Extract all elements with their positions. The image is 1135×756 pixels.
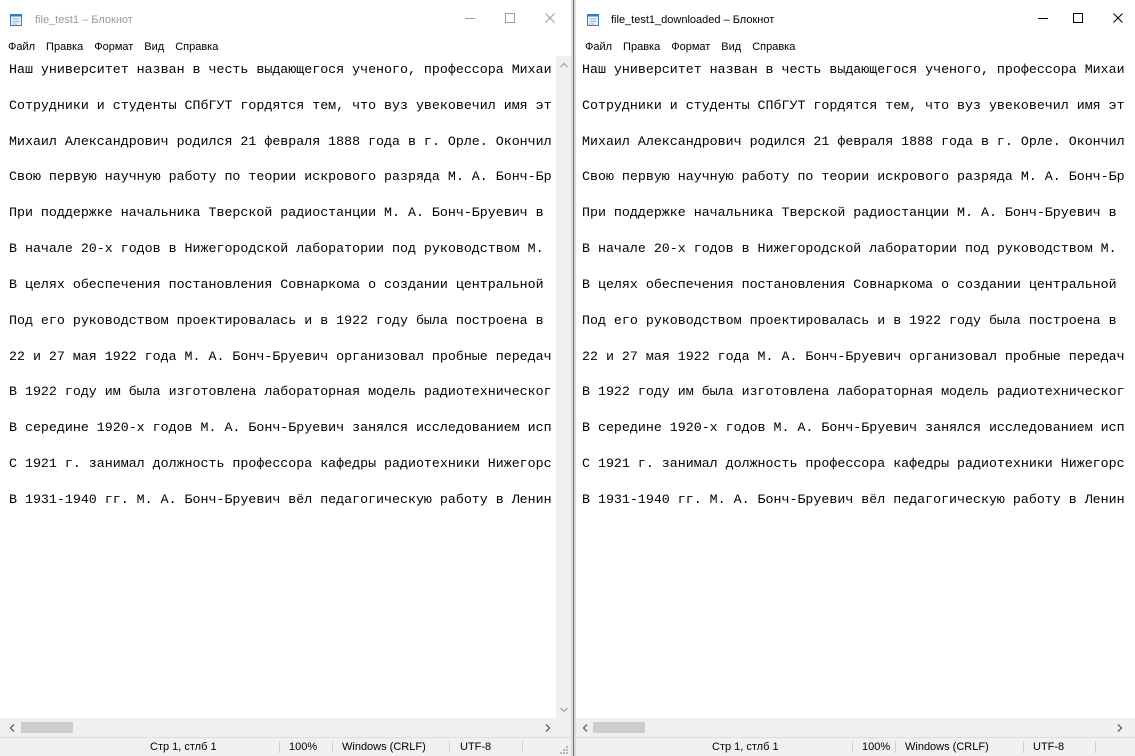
close-icon	[1113, 13, 1123, 23]
chevron-down-icon	[559, 707, 568, 713]
text-line: Михаил Александрович родился 21 февраля …	[9, 133, 552, 149]
resize-grip-icon[interactable]	[558, 744, 569, 755]
text-line: В начале 20-х годов в Нижегородской лабо…	[582, 241, 1117, 257]
text-line: В середине 1920-х годов М. А. Бонч-Бруев…	[582, 420, 1125, 436]
text-line: Михаил Александрович родился 21 февраля …	[582, 133, 1125, 149]
notepad-icon	[586, 13, 600, 27]
text-line: Свою первую научную работу по теории иск…	[582, 169, 1125, 185]
status-divider	[895, 741, 896, 753]
status-divider	[1095, 741, 1096, 753]
text-line: Под его руководством проектировалась и в…	[9, 312, 544, 328]
zoom-level: 100%	[289, 741, 318, 753]
scroll-right-button[interactable]	[539, 718, 556, 737]
scroll-track[interactable]	[21, 718, 539, 737]
window-title: file_test1 – Блокнот	[35, 14, 133, 26]
text-line: В начале 20-х годов в Нижегородской лабо…	[9, 241, 544, 257]
scroll-right-button[interactable]	[1111, 718, 1128, 737]
status-divider	[522, 741, 523, 753]
text-line: Сотрудники и студенты СПбГУТ гордятся те…	[582, 97, 1125, 113]
text-line: В 1922 году им была изготовлена лаборато…	[9, 384, 552, 400]
text-line: В 1931-1940 гг. М. А. Бонч-Бруевич вёл п…	[582, 491, 1125, 507]
text-line: Свою первую научную работу по теории иск…	[9, 169, 552, 185]
maximize-button[interactable]	[1060, 0, 1096, 36]
text-line: С 1921 г. занимал должность профессора к…	[9, 456, 552, 472]
chevron-left-icon	[582, 723, 588, 732]
text-line: В 1931-1940 гг. М. А. Бонч-Бруевич вёл п…	[9, 491, 552, 507]
text-line: Наш университет назван в честь выдающего…	[582, 62, 1125, 77]
status-divider	[852, 741, 853, 753]
minimize-icon	[465, 13, 475, 23]
close-button[interactable]	[530, 0, 570, 36]
text-line: При поддержке начальника Тверской радиос…	[9, 205, 544, 221]
scroll-left-button[interactable]	[3, 718, 20, 737]
text-line: В целях обеспечения постановления Совнар…	[9, 276, 544, 292]
status-divider	[332, 741, 333, 753]
status-bar: Стр 1, стлб 1 100% Windows (CRLF) UTF-8	[576, 737, 1135, 756]
text-line: Наш университет назван в честь выдающего…	[9, 62, 552, 77]
scroll-left-button[interactable]	[576, 718, 593, 737]
close-icon	[545, 13, 555, 23]
encoding: UTF-8	[1033, 741, 1065, 753]
text-editor[interactable]: Наш университет назван в честь выдающего…	[0, 52, 556, 718]
vertical-scrollbar[interactable]	[556, 56, 571, 718]
chevron-up-icon	[559, 62, 568, 68]
scroll-up-button[interactable]	[556, 56, 571, 73]
scroll-thumb[interactable]	[21, 722, 73, 733]
horizontal-scrollbar[interactable]	[0, 718, 556, 737]
minimize-button[interactable]	[1025, 0, 1061, 36]
text-line: Под его руководством проектировалась и в…	[582, 312, 1117, 328]
text-line: В 1922 году им была изготовлена лаборато…	[582, 384, 1125, 400]
window-title: file_test1_downloaded – Блокнот	[611, 14, 775, 26]
status-divider	[279, 741, 280, 753]
text-line: С 1921 г. занимал должность профессора к…	[582, 456, 1125, 472]
text-line: 22 и 27 мая 1922 года М. А. Бонч-Бруевич…	[9, 348, 552, 364]
chevron-right-icon	[1117, 723, 1123, 732]
minimize-icon	[1038, 13, 1048, 23]
text-line: В целях обеспечения постановления Совнар…	[582, 276, 1117, 292]
cursor-position: Стр 1, стлб 1	[712, 741, 779, 753]
left-notepad-window: file_test1 – Блокнот Файл Правка Формат Вид…	[0, 0, 571, 756]
status-divider	[1023, 741, 1024, 753]
notepad-icon	[9, 13, 23, 27]
chevron-right-icon	[545, 723, 551, 732]
text-line: Сотрудники и студенты СПбГУТ гордятся те…	[9, 97, 552, 113]
scrollbar-corner	[556, 718, 571, 737]
status-bar: Стр 1, стлб 1 100% Windows (CRLF) UTF-8	[0, 737, 571, 756]
maximize-icon	[505, 13, 515, 23]
scroll-down-button[interactable]	[556, 701, 571, 718]
text-line: 22 и 27 мая 1922 года М. А. Бонч-Бруевич…	[582, 348, 1125, 364]
chevron-left-icon	[9, 723, 15, 732]
line-ending: Windows (CRLF)	[905, 741, 989, 753]
title-bar[interactable]: file_test1_downloaded – Блокнот	[576, 0, 1135, 36]
text-line: При поддержке начальника Тверской радиос…	[582, 205, 1117, 221]
right-notepad-window: file_test1_downloaded – Блокнот Файл Прав…	[576, 0, 1135, 756]
text-line: В середине 1920-х годов М. А. Бонч-Бруев…	[9, 420, 552, 436]
close-button[interactable]	[1100, 0, 1135, 36]
maximize-icon	[1073, 13, 1083, 23]
text-editor[interactable]: Наш университет назван в честь выдающего…	[576, 52, 1135, 718]
separator-line	[573, 0, 574, 756]
scroll-thumb[interactable]	[593, 722, 645, 733]
scroll-track[interactable]	[593, 718, 1111, 737]
minimize-button[interactable]	[450, 0, 490, 36]
horizontal-scrollbar[interactable]	[576, 718, 1135, 737]
line-ending: Windows (CRLF)	[342, 741, 426, 753]
encoding: UTF-8	[460, 741, 492, 753]
zoom-level: 100%	[862, 741, 891, 753]
cursor-position: Стр 1, стлб 1	[150, 741, 217, 753]
maximize-button[interactable]	[490, 0, 530, 36]
status-divider	[449, 741, 450, 753]
title-bar[interactable]: file_test1 – Блокнот	[0, 0, 571, 36]
